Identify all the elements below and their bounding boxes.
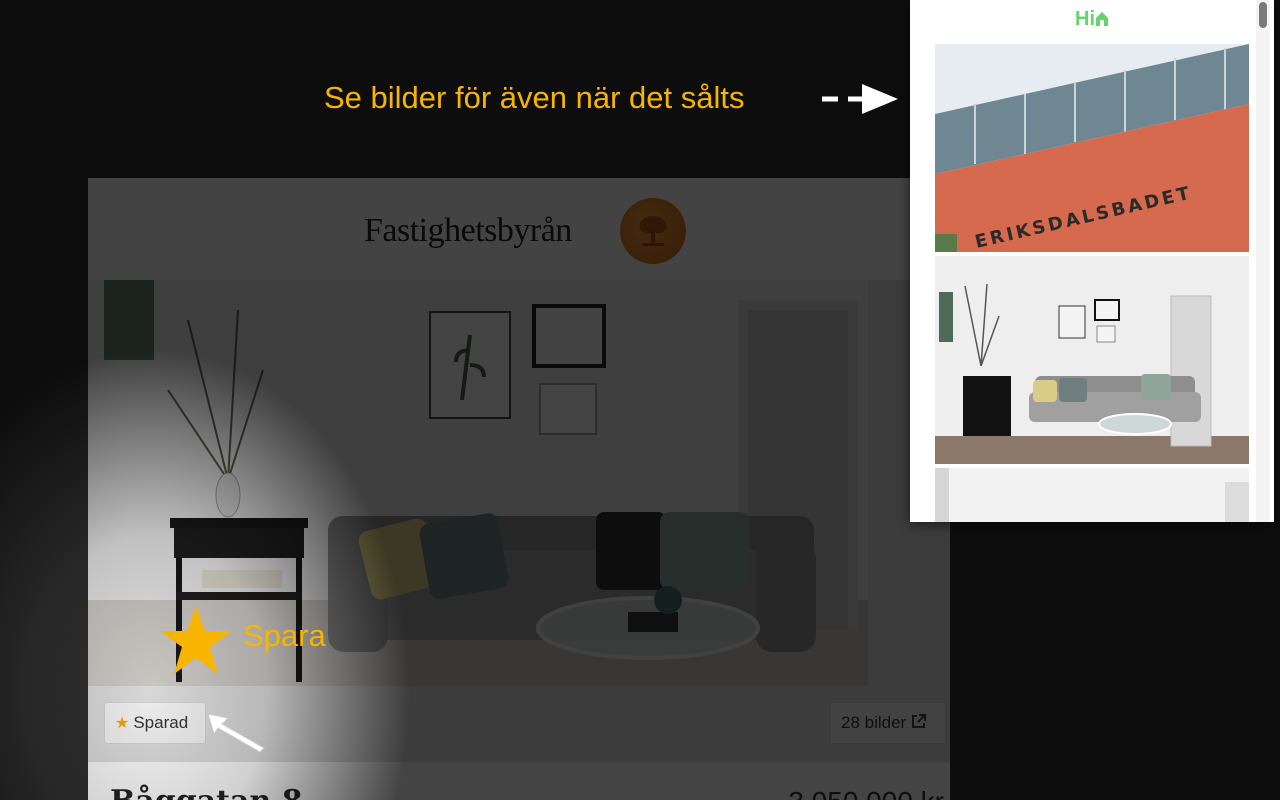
gallery-image-building[interactable]: ERIKSDALSBADET xyxy=(935,44,1249,252)
images-button[interactable]: 28 bilder xyxy=(830,702,946,744)
arrow-right-icon xyxy=(818,78,902,125)
agency-logo-text: Fastighetsbyrån xyxy=(364,212,572,249)
popup-scrollbar[interactable] xyxy=(1256,0,1270,522)
arrow-pointer-icon xyxy=(204,710,270,759)
annotation-pictures-after-sale: Se bilder för även när det sålts xyxy=(324,80,745,115)
popup-title: Hi xyxy=(910,8,1274,33)
gallery-image-living-room[interactable] xyxy=(935,256,1249,464)
annotation-save: Spara xyxy=(243,618,326,653)
agency-seal-icon xyxy=(620,198,686,264)
images-button-label: 28 bilder xyxy=(841,713,907,732)
popup-title-text: Hi xyxy=(1075,8,1095,30)
gallery-image-room[interactable] xyxy=(935,468,1249,522)
saved-button-label: Sparad xyxy=(133,713,189,732)
listing-card: Fastighetsbyrån ★ Sparad 28 bilder xyxy=(88,178,950,800)
extension-popup: Hi ERIKSDALSBADET xyxy=(910,0,1274,522)
external-link-icon xyxy=(911,713,927,734)
agency-header: Fastighetsbyrån xyxy=(88,178,950,280)
saved-button[interactable]: ★ Sparad xyxy=(104,702,206,744)
star-large-icon xyxy=(158,604,234,681)
scrollbar-thumb[interactable] xyxy=(1259,2,1267,28)
star-icon: ★ xyxy=(115,715,130,732)
listing-price: 3 050 000 kr xyxy=(788,786,944,800)
home-icon xyxy=(1095,10,1109,33)
listing-address[interactable]: Båggatan 8 xyxy=(110,784,303,800)
screen: Fastighetsbyrån ★ Sparad 28 bilder Se bi… xyxy=(0,0,1280,800)
listing-info: Båggatan 8 3 050 000 kr xyxy=(88,762,950,800)
